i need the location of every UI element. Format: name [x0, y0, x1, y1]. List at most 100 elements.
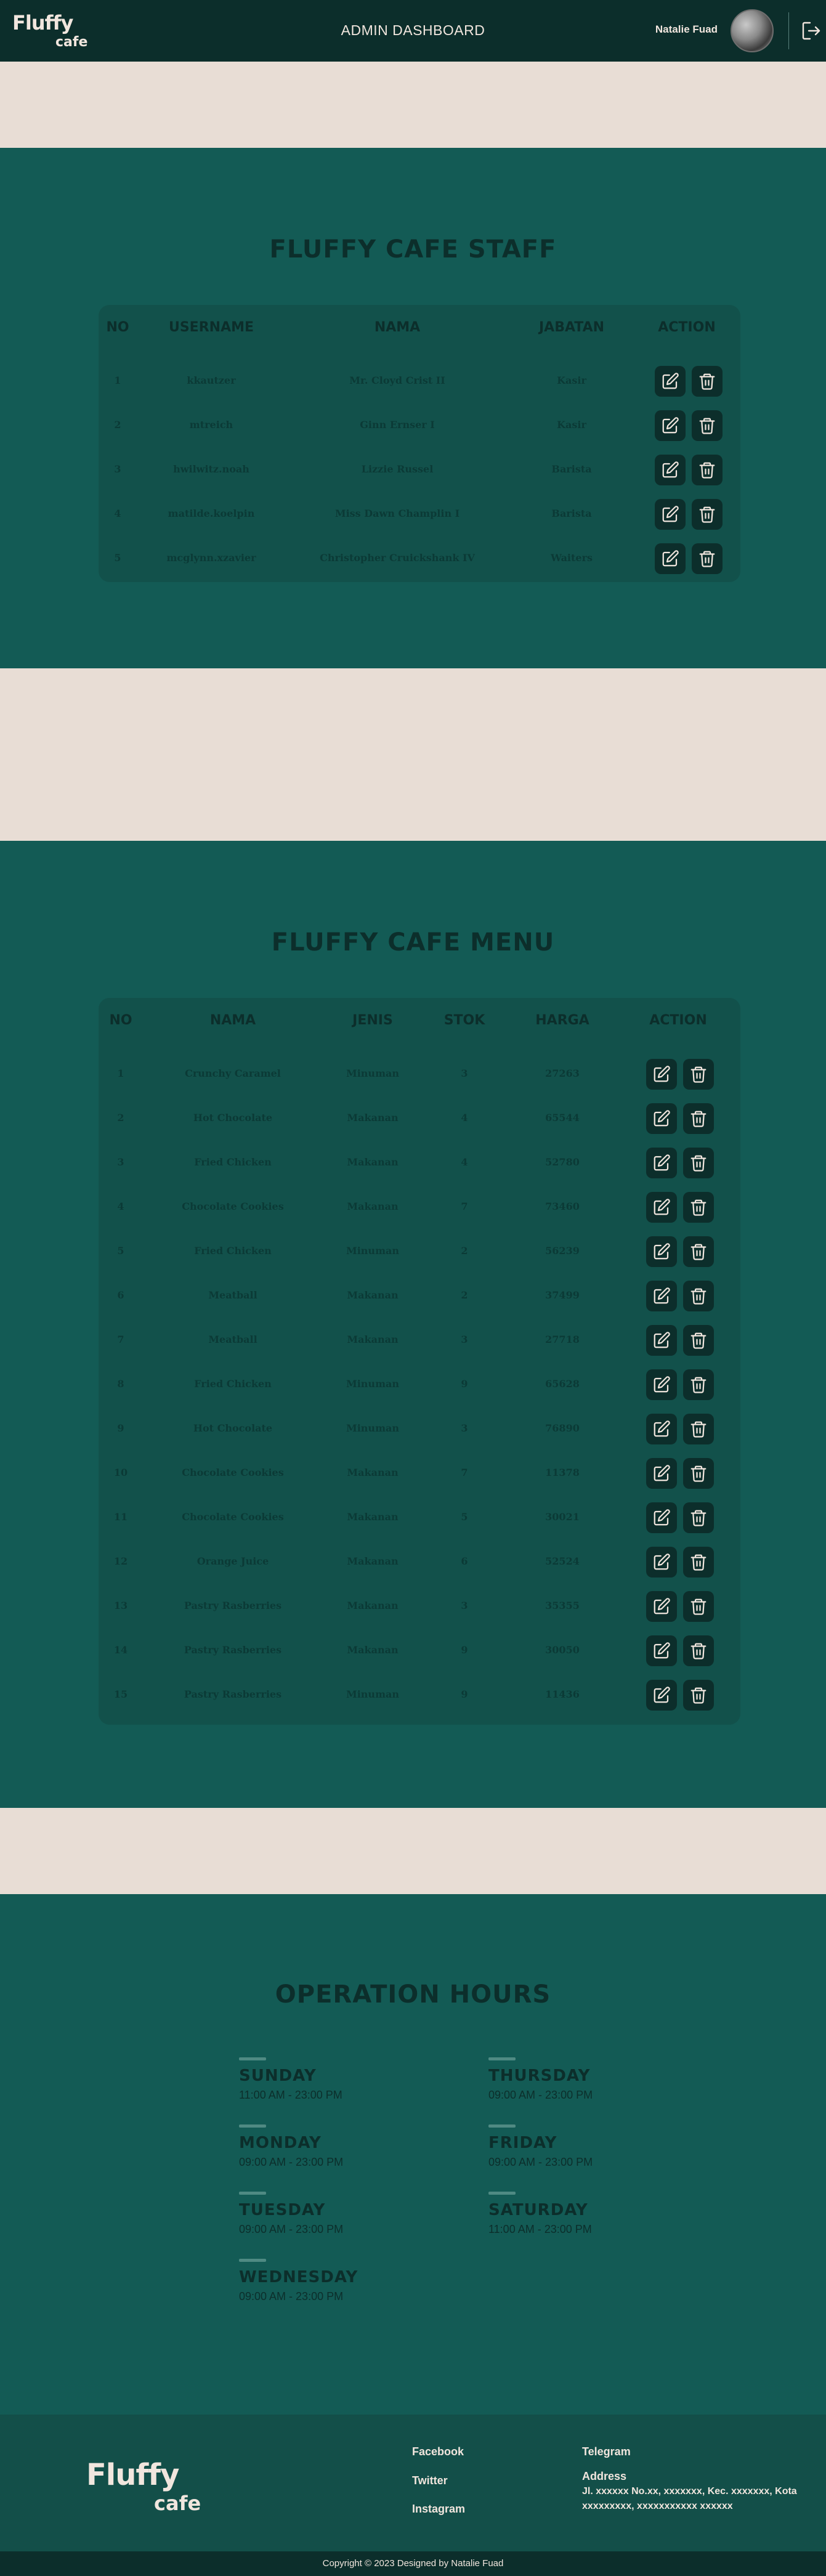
- edit-button[interactable]: [646, 1680, 677, 1711]
- cell-username: hwilwitz.noah: [173, 463, 249, 475]
- column-header-nama: NAMA: [374, 320, 421, 335]
- edit-button[interactable]: [646, 1192, 677, 1223]
- edit-button[interactable]: [655, 543, 686, 574]
- table-row: 1 kkautzer Mr. Cloyd Crist II Kasir: [99, 363, 740, 408]
- delete-button[interactable]: [692, 455, 723, 485]
- edit-button[interactable]: [646, 1148, 677, 1178]
- delete-button[interactable]: [683, 1680, 714, 1711]
- cell-nama: Lizzie Russel: [361, 463, 434, 475]
- cell-nama: Pastry Rasberries: [184, 1600, 282, 1611]
- edit-icon: [652, 1420, 671, 1438]
- day-time: 11:00 AM - 23:00 PM: [488, 2223, 592, 2235]
- cell-harga: 73460: [545, 1201, 580, 1212]
- cell-nama: Crunchy Caramel: [185, 1067, 281, 1079]
- cell-stok: 5: [461, 1511, 468, 1523]
- delete-button[interactable]: [683, 1369, 714, 1400]
- table-row: 15 Pastry Rasberries Minuman 9 11436: [99, 1677, 740, 1722]
- footer-link-telegram[interactable]: Telegram: [582, 2445, 631, 2458]
- edit-button[interactable]: [646, 1236, 677, 1267]
- cell-harga: 11378: [545, 1467, 580, 1478]
- cell-harga: 30050: [545, 1644, 580, 1656]
- cell-stok: 7: [461, 1201, 468, 1212]
- cell-no: 2: [117, 1112, 124, 1124]
- footer-link-instagram[interactable]: Instagram: [412, 2503, 465, 2516]
- cell-harga: 27718: [545, 1334, 580, 1345]
- cell-jenis: Makanan: [347, 1644, 399, 1656]
- edit-button[interactable]: [646, 1281, 677, 1311]
- edit-button[interactable]: [646, 1547, 677, 1578]
- edit-icon: [652, 1109, 671, 1128]
- trash-icon: [689, 1686, 708, 1704]
- menu-title: FLUFFY CAFE MENU: [271, 928, 555, 957]
- cell-jenis: Makanan: [347, 1511, 399, 1523]
- table-row: 2 mtreich Ginn Ernser I Kasir: [99, 408, 740, 452]
- cell-no: 8: [117, 1378, 124, 1390]
- edit-button[interactable]: [646, 1458, 677, 1489]
- delete-button[interactable]: [683, 1192, 714, 1223]
- delete-button[interactable]: [683, 1591, 714, 1622]
- logout-icon[interactable]: [801, 20, 821, 41]
- delete-button[interactable]: [692, 410, 723, 441]
- edit-button[interactable]: [646, 1059, 677, 1090]
- trash-icon: [689, 1464, 708, 1483]
- address-title: Address: [582, 2470, 627, 2482]
- edit-button[interactable]: [646, 1103, 677, 1134]
- day-monday: MONDAY 09:00 AM - 23:00 PM: [239, 2124, 424, 2169]
- delete-button[interactable]: [692, 366, 723, 397]
- cell-nama: Meatball: [208, 1334, 257, 1345]
- edit-button[interactable]: [655, 366, 686, 397]
- footer-link-facebook[interactable]: Facebook: [412, 2445, 464, 2458]
- edit-button[interactable]: [646, 1325, 677, 1356]
- address-text: Jl. xxxxxx No.xx, xxxxxxx, Kec. xxxxxxx,…: [582, 2486, 797, 2511]
- edit-button[interactable]: [646, 1591, 677, 1622]
- footer-logo[interactable]: Fluffy cafe: [86, 2458, 222, 2519]
- delete-button[interactable]: [683, 1547, 714, 1578]
- column-header-nama: NAMA: [209, 1013, 256, 1028]
- cell-no: 9: [117, 1422, 124, 1434]
- edit-button[interactable]: [646, 1502, 677, 1533]
- delete-button[interactable]: [692, 543, 723, 574]
- delete-button[interactable]: [683, 1059, 714, 1090]
- edit-button[interactable]: [655, 410, 686, 441]
- delete-button[interactable]: [683, 1281, 714, 1311]
- cell-jabatan: Kasir: [557, 375, 586, 386]
- staff-title: FLUFFY CAFE STAFF: [269, 235, 557, 264]
- trash-icon: [689, 1242, 708, 1261]
- column-header-username: USERNAME: [168, 320, 254, 335]
- delete-button[interactable]: [683, 1635, 714, 1666]
- top-navbar: Fluffy cafe ADMIN DASHBOARD Natalie Fuad: [0, 0, 826, 62]
- cell-jenis: Makanan: [347, 1600, 399, 1611]
- cell-jenis: Minuman: [346, 1422, 399, 1434]
- edit-icon: [652, 1597, 671, 1616]
- day-thursday: THURSDAY 09:00 AM - 23:00 PM: [488, 2057, 673, 2102]
- delete-button[interactable]: [683, 1458, 714, 1489]
- day-name: MONDAY: [239, 2134, 322, 2152]
- cell-jenis: Makanan: [347, 1156, 399, 1168]
- cell-nama: Orange Juice: [196, 1555, 269, 1567]
- cell-no: 13: [113, 1600, 128, 1611]
- delete-button[interactable]: [683, 1236, 714, 1267]
- cell-no: 4: [117, 1201, 124, 1212]
- table-row: 5 Fried Chicken Minuman 2 56239: [99, 1234, 740, 1278]
- delete-button[interactable]: [683, 1325, 714, 1356]
- edit-button[interactable]: [655, 455, 686, 485]
- edit-icon: [661, 549, 679, 568]
- edit-button[interactable]: [646, 1369, 677, 1400]
- day-time: 09:00 AM - 23:00 PM: [488, 2089, 593, 2101]
- edit-icon: [661, 416, 679, 435]
- edit-button[interactable]: [646, 1635, 677, 1666]
- menu-section: FLUFFY CAFE MENU NO NAMA JENIS STOK HARGA ACT…: [0, 841, 826, 1808]
- footer-link-twitter[interactable]: Twitter: [412, 2474, 448, 2487]
- edit-button[interactable]: [646, 1414, 677, 1444]
- table-row: 14 Pastry Rasberries Makanan 9 30050: [99, 1633, 740, 1677]
- delete-button[interactable]: [683, 1502, 714, 1533]
- avatar[interactable]: [731, 9, 774, 52]
- delete-button[interactable]: [692, 499, 723, 530]
- delete-button[interactable]: [683, 1148, 714, 1178]
- cell-jabatan: Barista: [551, 463, 592, 475]
- cell-jenis: Makanan: [347, 1112, 399, 1124]
- cell-harga: 11436: [545, 1688, 580, 1700]
- delete-button[interactable]: [683, 1103, 714, 1134]
- edit-button[interactable]: [655, 499, 686, 530]
- delete-button[interactable]: [683, 1414, 714, 1444]
